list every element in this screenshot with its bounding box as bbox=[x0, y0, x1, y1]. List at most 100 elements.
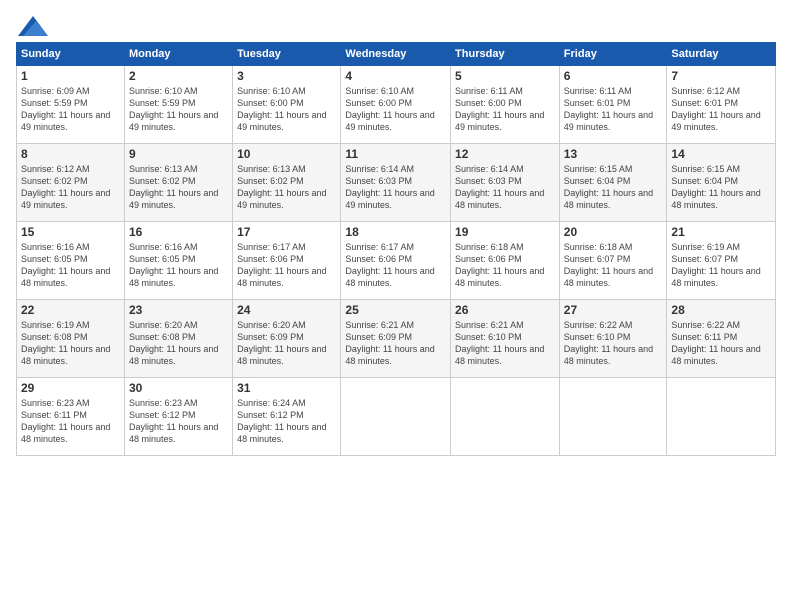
calendar-cell-20: 20 Sunrise: 6:18 AM Sunset: 6:07 PM Dayl… bbox=[559, 222, 667, 300]
day-number: 5 bbox=[455, 69, 555, 83]
calendar-cell-4: 4 Sunrise: 6:10 AM Sunset: 6:00 PM Dayli… bbox=[341, 66, 451, 144]
day-info: Sunrise: 6:12 AM Sunset: 6:02 PM Dayligh… bbox=[21, 163, 120, 212]
day-number: 25 bbox=[345, 303, 446, 317]
day-info: Sunrise: 6:14 AM Sunset: 6:03 PM Dayligh… bbox=[455, 163, 555, 212]
day-number: 23 bbox=[129, 303, 228, 317]
calendar-week-row: 15 Sunrise: 6:16 AM Sunset: 6:05 PM Dayl… bbox=[17, 222, 776, 300]
calendar-cell-14: 14 Sunrise: 6:15 AM Sunset: 6:04 PM Dayl… bbox=[667, 144, 776, 222]
day-number: 21 bbox=[671, 225, 771, 239]
day-number: 20 bbox=[564, 225, 663, 239]
calendar-cell-29: 29 Sunrise: 6:23 AM Sunset: 6:11 PM Dayl… bbox=[17, 378, 125, 456]
day-info: Sunrise: 6:17 AM Sunset: 6:06 PM Dayligh… bbox=[345, 241, 446, 290]
day-info: Sunrise: 6:15 AM Sunset: 6:04 PM Dayligh… bbox=[671, 163, 771, 212]
day-number: 18 bbox=[345, 225, 446, 239]
col-thursday: Thursday bbox=[451, 43, 560, 66]
calendar-table: Sunday Monday Tuesday Wednesday Thursday… bbox=[16, 42, 776, 456]
calendar-week-row: 1 Sunrise: 6:09 AM Sunset: 5:59 PM Dayli… bbox=[17, 66, 776, 144]
day-info: Sunrise: 6:10 AM Sunset: 6:00 PM Dayligh… bbox=[237, 85, 336, 134]
day-info: Sunrise: 6:19 AM Sunset: 6:07 PM Dayligh… bbox=[671, 241, 771, 290]
day-info: Sunrise: 6:10 AM Sunset: 6:00 PM Dayligh… bbox=[345, 85, 446, 134]
day-info: Sunrise: 6:17 AM Sunset: 6:06 PM Dayligh… bbox=[237, 241, 336, 290]
calendar-cell-23: 23 Sunrise: 6:20 AM Sunset: 6:08 PM Dayl… bbox=[124, 300, 232, 378]
calendar-cell-22: 22 Sunrise: 6:19 AM Sunset: 6:08 PM Dayl… bbox=[17, 300, 125, 378]
day-info: Sunrise: 6:15 AM Sunset: 6:04 PM Dayligh… bbox=[564, 163, 663, 212]
day-number: 15 bbox=[21, 225, 120, 239]
col-sunday: Sunday bbox=[17, 43, 125, 66]
calendar-cell-25: 25 Sunrise: 6:21 AM Sunset: 6:09 PM Dayl… bbox=[341, 300, 451, 378]
calendar-cell-2: 2 Sunrise: 6:10 AM Sunset: 5:59 PM Dayli… bbox=[124, 66, 232, 144]
day-info: Sunrise: 6:16 AM Sunset: 6:05 PM Dayligh… bbox=[21, 241, 120, 290]
day-number: 11 bbox=[345, 147, 446, 161]
day-info: Sunrise: 6:18 AM Sunset: 6:07 PM Dayligh… bbox=[564, 241, 663, 290]
day-number: 2 bbox=[129, 69, 228, 83]
day-info: Sunrise: 6:11 AM Sunset: 6:00 PM Dayligh… bbox=[455, 85, 555, 134]
day-number: 6 bbox=[564, 69, 663, 83]
calendar-week-row: 29 Sunrise: 6:23 AM Sunset: 6:11 PM Dayl… bbox=[17, 378, 776, 456]
calendar-cell-24: 24 Sunrise: 6:20 AM Sunset: 6:09 PM Dayl… bbox=[233, 300, 341, 378]
day-number: 30 bbox=[129, 381, 228, 395]
day-info: Sunrise: 6:12 AM Sunset: 6:01 PM Dayligh… bbox=[671, 85, 771, 134]
day-number: 8 bbox=[21, 147, 120, 161]
calendar-cell-27: 27 Sunrise: 6:22 AM Sunset: 6:10 PM Dayl… bbox=[559, 300, 667, 378]
day-info: Sunrise: 6:10 AM Sunset: 5:59 PM Dayligh… bbox=[129, 85, 228, 134]
day-info: Sunrise: 6:21 AM Sunset: 6:10 PM Dayligh… bbox=[455, 319, 555, 368]
day-number: 16 bbox=[129, 225, 228, 239]
day-number: 27 bbox=[564, 303, 663, 317]
calendar-week-row: 8 Sunrise: 6:12 AM Sunset: 6:02 PM Dayli… bbox=[17, 144, 776, 222]
day-number: 3 bbox=[237, 69, 336, 83]
calendar-cell-13: 13 Sunrise: 6:15 AM Sunset: 6:04 PM Dayl… bbox=[559, 144, 667, 222]
day-info: Sunrise: 6:21 AM Sunset: 6:09 PM Dayligh… bbox=[345, 319, 446, 368]
calendar-cell-28: 28 Sunrise: 6:22 AM Sunset: 6:11 PM Dayl… bbox=[667, 300, 776, 378]
day-info: Sunrise: 6:23 AM Sunset: 6:12 PM Dayligh… bbox=[129, 397, 228, 446]
day-info: Sunrise: 6:20 AM Sunset: 6:09 PM Dayligh… bbox=[237, 319, 336, 368]
day-number: 24 bbox=[237, 303, 336, 317]
calendar-cell-1: 1 Sunrise: 6:09 AM Sunset: 5:59 PM Dayli… bbox=[17, 66, 125, 144]
day-number: 29 bbox=[21, 381, 120, 395]
calendar-cell-3: 3 Sunrise: 6:10 AM Sunset: 6:00 PM Dayli… bbox=[233, 66, 341, 144]
col-tuesday: Tuesday bbox=[233, 43, 341, 66]
day-number: 7 bbox=[671, 69, 771, 83]
calendar-cell-8: 8 Sunrise: 6:12 AM Sunset: 6:02 PM Dayli… bbox=[17, 144, 125, 222]
calendar-header-row: Sunday Monday Tuesday Wednesday Thursday… bbox=[17, 43, 776, 66]
day-info: Sunrise: 6:14 AM Sunset: 6:03 PM Dayligh… bbox=[345, 163, 446, 212]
day-info: Sunrise: 6:09 AM Sunset: 5:59 PM Dayligh… bbox=[21, 85, 120, 134]
calendar-cell-empty bbox=[341, 378, 451, 456]
calendar-cell-empty bbox=[559, 378, 667, 456]
calendar-cell-6: 6 Sunrise: 6:11 AM Sunset: 6:01 PM Dayli… bbox=[559, 66, 667, 144]
day-number: 4 bbox=[345, 69, 446, 83]
day-info: Sunrise: 6:22 AM Sunset: 6:11 PM Dayligh… bbox=[671, 319, 771, 368]
calendar-cell-18: 18 Sunrise: 6:17 AM Sunset: 6:06 PM Dayl… bbox=[341, 222, 451, 300]
day-info: Sunrise: 6:13 AM Sunset: 6:02 PM Dayligh… bbox=[129, 163, 228, 212]
day-info: Sunrise: 6:20 AM Sunset: 6:08 PM Dayligh… bbox=[129, 319, 228, 368]
col-monday: Monday bbox=[124, 43, 232, 66]
day-info: Sunrise: 6:22 AM Sunset: 6:10 PM Dayligh… bbox=[564, 319, 663, 368]
calendar-week-row: 22 Sunrise: 6:19 AM Sunset: 6:08 PM Dayl… bbox=[17, 300, 776, 378]
day-number: 14 bbox=[671, 147, 771, 161]
calendar-cell-10: 10 Sunrise: 6:13 AM Sunset: 6:02 PM Dayl… bbox=[233, 144, 341, 222]
calendar-cell-17: 17 Sunrise: 6:17 AM Sunset: 6:06 PM Dayl… bbox=[233, 222, 341, 300]
calendar-cell-9: 9 Sunrise: 6:13 AM Sunset: 6:02 PM Dayli… bbox=[124, 144, 232, 222]
calendar-cell-15: 15 Sunrise: 6:16 AM Sunset: 6:05 PM Dayl… bbox=[17, 222, 125, 300]
day-info: Sunrise: 6:24 AM Sunset: 6:12 PM Dayligh… bbox=[237, 397, 336, 446]
day-info: Sunrise: 6:18 AM Sunset: 6:06 PM Dayligh… bbox=[455, 241, 555, 290]
calendar-cell-21: 21 Sunrise: 6:19 AM Sunset: 6:07 PM Dayl… bbox=[667, 222, 776, 300]
day-number: 28 bbox=[671, 303, 771, 317]
col-wednesday: Wednesday bbox=[341, 43, 451, 66]
col-friday: Friday bbox=[559, 43, 667, 66]
day-number: 9 bbox=[129, 147, 228, 161]
logo-icon bbox=[18, 16, 48, 36]
col-saturday: Saturday bbox=[667, 43, 776, 66]
day-number: 10 bbox=[237, 147, 336, 161]
day-info: Sunrise: 6:13 AM Sunset: 6:02 PM Dayligh… bbox=[237, 163, 336, 212]
day-number: 26 bbox=[455, 303, 555, 317]
day-info: Sunrise: 6:11 AM Sunset: 6:01 PM Dayligh… bbox=[564, 85, 663, 134]
day-number: 19 bbox=[455, 225, 555, 239]
calendar-cell-7: 7 Sunrise: 6:12 AM Sunset: 6:01 PM Dayli… bbox=[667, 66, 776, 144]
day-info: Sunrise: 6:23 AM Sunset: 6:11 PM Dayligh… bbox=[21, 397, 120, 446]
day-info: Sunrise: 6:19 AM Sunset: 6:08 PM Dayligh… bbox=[21, 319, 120, 368]
calendar-cell-12: 12 Sunrise: 6:14 AM Sunset: 6:03 PM Dayl… bbox=[451, 144, 560, 222]
calendar-cell-31: 31 Sunrise: 6:24 AM Sunset: 6:12 PM Dayl… bbox=[233, 378, 341, 456]
header bbox=[16, 16, 776, 32]
calendar-cell-empty bbox=[667, 378, 776, 456]
calendar-cell-30: 30 Sunrise: 6:23 AM Sunset: 6:12 PM Dayl… bbox=[124, 378, 232, 456]
